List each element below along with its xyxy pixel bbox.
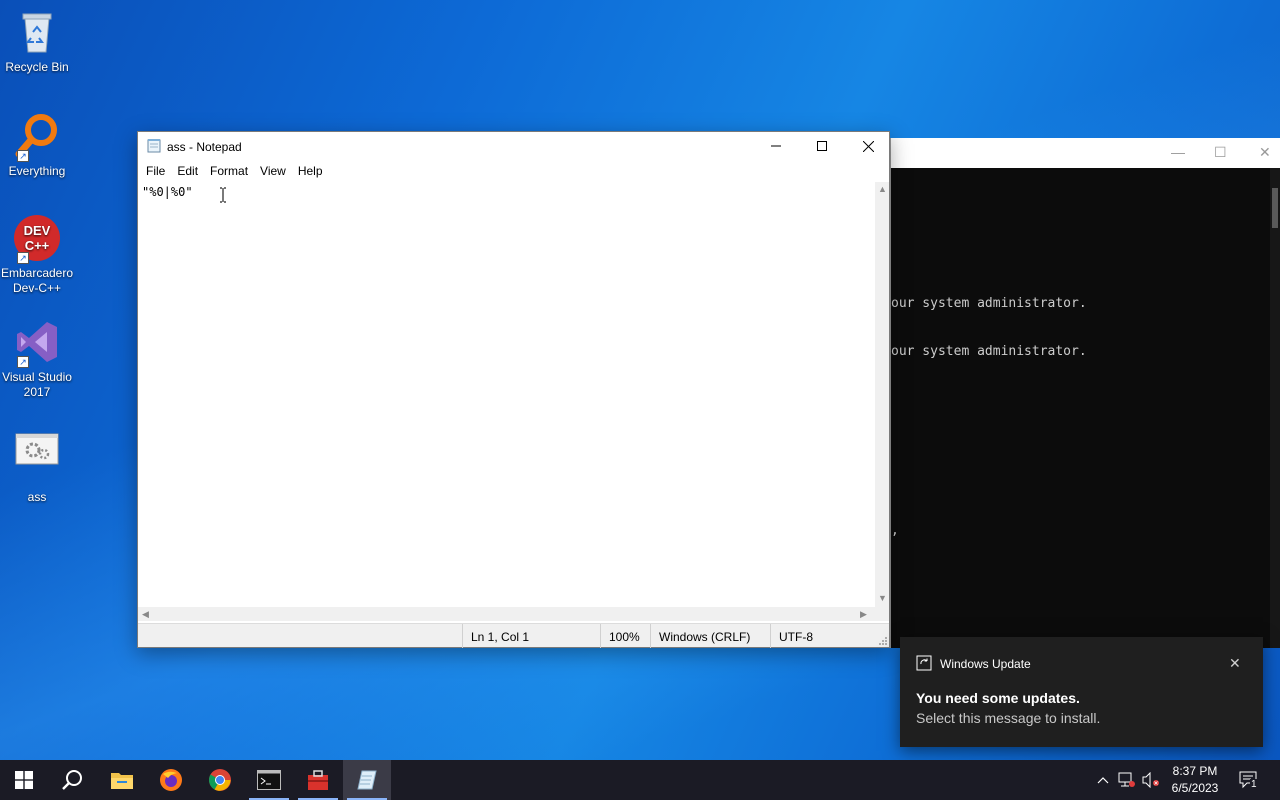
desktop-icon-ass[interactable]: ass [0, 428, 74, 505]
desktop-icon-recycle-bin[interactable]: Recycle Bin [0, 8, 74, 75]
taskbar-chrome[interactable] [196, 760, 244, 800]
batch-file-icon [13, 428, 61, 476]
system-clock[interactable]: 8:37 PM 6/5/2023 [1166, 763, 1224, 797]
horizontal-scrollbar[interactable]: ◀ ▶ [138, 607, 875, 621]
text-cursor-icon [220, 187, 226, 203]
status-line-ending: Windows (CRLF) [650, 624, 770, 648]
recycle-bin-icon [13, 8, 61, 56]
taskbar-command-prompt[interactable] [245, 760, 293, 800]
taskbar: 8:37 PM 6/5/2023 1 [0, 760, 1280, 800]
menu-edit[interactable]: Edit [171, 160, 204, 182]
clock-time: 8:37 PM [1172, 764, 1218, 778]
console-line: our system administrator. [891, 296, 1087, 311]
maximize-button[interactable] [799, 132, 845, 160]
taskbar-firefox[interactable] [147, 760, 195, 800]
console-scroll-thumb[interactable] [1272, 188, 1278, 228]
scroll-right-icon[interactable]: ▶ [860, 609, 867, 620]
toolbox-icon [308, 770, 328, 790]
taskbar-file-explorer[interactable] [98, 760, 146, 800]
desktop-icon-label: Recycle Bin [5, 60, 69, 74]
minimize-button[interactable] [753, 132, 799, 160]
scroll-left-icon[interactable]: ◀ [142, 609, 149, 620]
desktop-icon-devcpp[interactable]: DEV C++ ↗ Embarcadero Dev-C++ [0, 214, 74, 296]
notepad-app-icon [147, 139, 161, 153]
everything-search-icon: ↗ [13, 112, 61, 162]
console-line: our system administrator. [891, 344, 1087, 359]
desktop-icon-visual-studio[interactable]: ↗ Visual Studio 2017 [0, 318, 74, 400]
notification-app-name: Windows Update [940, 657, 1031, 671]
update-notification[interactable]: Windows Update ✕ You need some updates. … [900, 637, 1263, 747]
windows-update-icon [916, 655, 932, 671]
notification-heading: You need some updates. [916, 690, 1080, 706]
svg-text:DEV: DEV [24, 223, 51, 238]
menu-help[interactable]: Help [292, 160, 329, 182]
desktop-icon-everything[interactable]: ↗ Everything [0, 112, 74, 179]
volume-button[interactable] [1139, 760, 1163, 800]
text-editor[interactable]: "%0|%0" [138, 182, 875, 607]
search-button[interactable] [48, 760, 96, 800]
console-maximize-icon[interactable]: ☐ [1214, 144, 1227, 161]
windows-logo-icon [15, 771, 33, 789]
maximize-icon [817, 141, 827, 151]
terminal-icon [257, 770, 281, 790]
chevron-up-icon [1097, 777, 1109, 784]
scroll-down-icon[interactable]: ▼ [878, 593, 887, 603]
shortcut-arrow-icon: ↗ [17, 150, 29, 162]
close-icon [862, 140, 874, 152]
desktop-icon-label: ass [27, 490, 47, 504]
notification-count-badge: 1 [1250, 779, 1258, 790]
notification-close-icon[interactable]: ✕ [1229, 655, 1241, 672]
desktop-icon-label: Everything [8, 164, 66, 178]
taskbar-notepad[interactable] [343, 760, 391, 800]
console-line: , [891, 523, 899, 538]
chrome-icon [209, 769, 231, 791]
status-bar: Ln 1, Col 1 100% Windows (CRLF) UTF-8 [138, 623, 889, 648]
vertical-scrollbar[interactable]: ▲ ▼ [875, 182, 889, 607]
status-zoom: 100% [600, 624, 650, 648]
network-icon [1118, 772, 1135, 787]
folder-icon [111, 773, 133, 789]
notification-body: Select this message to install. [916, 710, 1101, 726]
command-prompt-window[interactable]: — ☐ ✕ our system administrator. our syst… [890, 138, 1280, 648]
menu-format[interactable]: Format [204, 160, 254, 182]
volume-muted-icon [1142, 772, 1159, 788]
menu-file[interactable]: File [140, 160, 171, 182]
scroll-up-icon[interactable]: ▲ [878, 184, 887, 194]
network-button[interactable] [1115, 760, 1139, 800]
notepad-titlebar[interactable]: ass - Notepad [138, 132, 889, 160]
desktop-icon-label: Embarcadero Dev-C++ [0, 266, 74, 295]
show-hidden-icons-button[interactable] [1092, 760, 1114, 800]
console-minimize-icon[interactable]: — [1171, 144, 1185, 160]
status-encoding: UTF-8 [770, 624, 875, 648]
close-button[interactable] [845, 132, 891, 160]
console-close-icon[interactable]: ✕ [1259, 144, 1271, 161]
taskbar-toolbox[interactable] [294, 760, 342, 800]
notepad-window[interactable]: ass - Notepad File Edit Format View Help… [137, 131, 890, 648]
action-center-button[interactable]: 1 [1234, 760, 1264, 800]
minimize-icon [771, 145, 781, 147]
resize-grip-icon[interactable] [878, 636, 888, 646]
visual-studio-icon: ↗ [13, 318, 61, 368]
status-cursor-position: Ln 1, Col 1 [462, 624, 600, 648]
shortcut-arrow-icon: ↗ [17, 252, 29, 264]
clock-date: 6/5/2023 [1171, 781, 1219, 795]
devcpp-icon: DEV C++ ↗ [13, 214, 61, 264]
scrollbar-corner [875, 607, 889, 621]
shortcut-arrow-icon: ↗ [17, 356, 29, 368]
start-button[interactable] [0, 760, 48, 800]
notepad-icon [357, 770, 377, 790]
desktop-icon-label: Visual Studio 2017 [2, 370, 72, 399]
window-title: ass - Notepad [167, 140, 242, 154]
firefox-icon [160, 769, 182, 791]
console-scrollbar[interactable] [1270, 168, 1280, 648]
search-icon [62, 770, 82, 790]
menu-bar: File Edit Format View Help [138, 160, 889, 182]
menu-view[interactable]: View [254, 160, 292, 182]
console-titlebar[interactable]: — ☐ ✕ [891, 138, 1280, 168]
svg-text:C++: C++ [25, 238, 50, 253]
